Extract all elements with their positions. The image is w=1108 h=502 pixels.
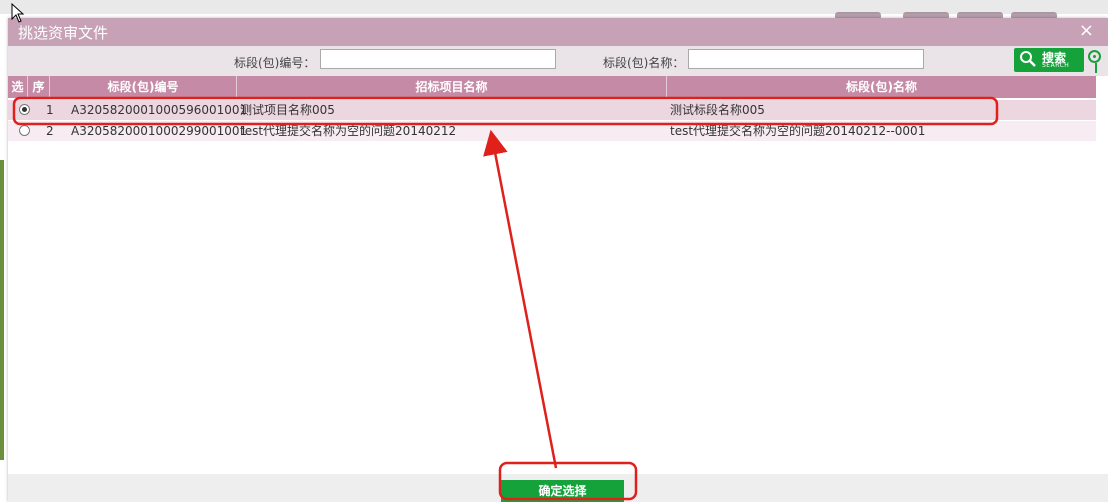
highlight-button-box (498, 461, 638, 501)
annotation-overlay (12, 96, 999, 501)
mouse-cursor-icon (11, 3, 25, 23)
annotation-arrow (483, 129, 558, 469)
highlight-row-box (12, 96, 999, 126)
